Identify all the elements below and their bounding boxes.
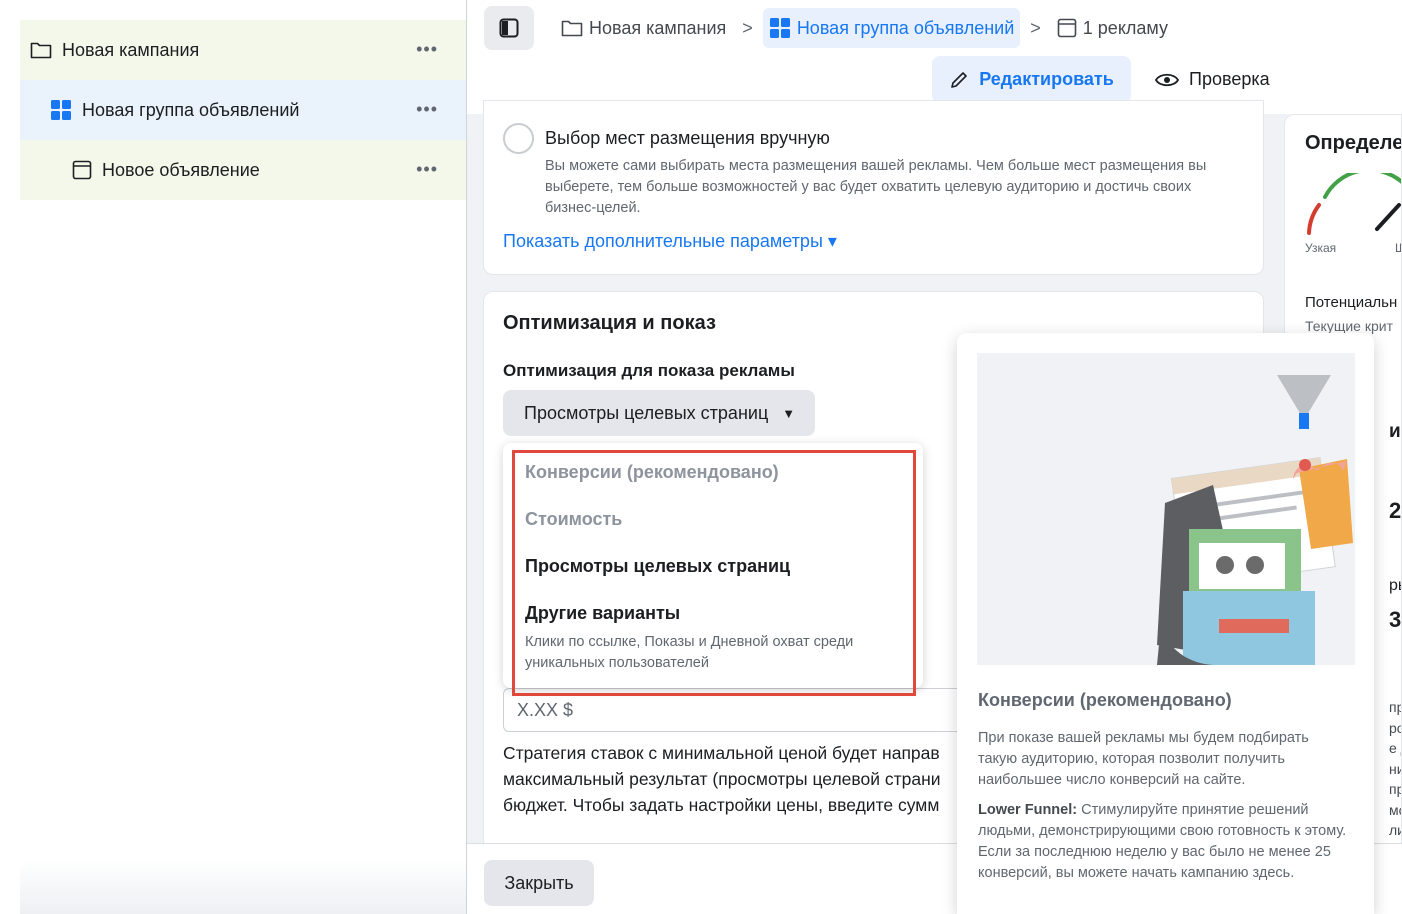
- tooltip-title: Конверсии (рекомендовано): [978, 690, 1232, 710]
- tree-item-ad[interactable]: Новое объявление •••: [20, 140, 466, 200]
- editor-topbar: Новая кампания > Новая группа объявлений…: [467, 0, 1402, 114]
- label-fragment: ры: [1389, 577, 1401, 594]
- dropdown-highlight-box: [512, 450, 916, 696]
- bid-cap-placeholder: X.XX $: [517, 699, 574, 720]
- lower-funnel-label: Lower Funnel:: [978, 802, 1078, 818]
- breadcrumb-label: Новая кампания: [589, 17, 727, 38]
- potential-reach-label: Потенциальн: [1305, 294, 1398, 311]
- tooltip-description: При показе вашей рекламы мы будем подбир…: [978, 730, 1309, 788]
- bid-strategy-line: бюджет. Чтобы задать настройки цены, вве…: [503, 795, 940, 815]
- gauge-label-narrow: Узкая: [1305, 241, 1337, 255]
- current-criteria-label: Текущие крит: [1305, 318, 1393, 334]
- conversion-funnel-illustration: [977, 353, 1355, 665]
- manual-placement-description: Вы можете сами выбирать места размещения…: [545, 158, 1207, 216]
- breadcrumb-label: Новая группа объявлений: [796, 17, 1015, 38]
- chevron-right-icon: >: [742, 17, 753, 38]
- optimization-section-title: Оптимизация и показ: [503, 312, 716, 334]
- text-fragment-line: ния: [1389, 760, 1401, 777]
- ad-icon: [72, 160, 92, 180]
- text-fragments: про рош е да ния при мой лиц: [1389, 697, 1401, 841]
- edit-button[interactable]: Редактировать: [932, 56, 1131, 103]
- optimization-select-value: Просмотры целевых страниц: [524, 402, 769, 423]
- manual-placement-radio[interactable]: [503, 123, 534, 154]
- breadcrumb-adset[interactable]: Новая группа объявлений: [762, 8, 1021, 48]
- grid-icon: [769, 18, 790, 38]
- metric-fragment: 32: [1389, 607, 1402, 632]
- more-options-icon[interactable]: •••: [416, 40, 438, 58]
- ad-icon: [1057, 18, 1077, 38]
- caret-down-icon: ▼: [782, 405, 796, 421]
- bid-strategy-line: Стратегия ставок с минимальной ценой буд…: [503, 743, 940, 763]
- section-fragment: изі: [1389, 421, 1401, 442]
- text-fragment-line: е да: [1389, 740, 1401, 756]
- metric-fragment: 20: [1389, 498, 1402, 523]
- more-options-icon[interactable]: •••: [416, 100, 438, 118]
- breadcrumb: Новая кампания > Новая группа объявлений…: [555, 8, 1174, 48]
- text-fragment-line: рош: [1389, 719, 1401, 736]
- review-button-label: Проверка: [1189, 69, 1270, 89]
- pencil-icon: [951, 71, 967, 88]
- tree-item-label: Новое объявление: [102, 159, 260, 180]
- sidebar-toggle-icon: [499, 18, 519, 38]
- close-button-label: Закрыть: [504, 872, 574, 893]
- bid-strategy-line: максимальный результат (просмотры целево…: [503, 769, 941, 789]
- show-more-options-link[interactable]: Показать дополнительные параметры ▾: [503, 231, 837, 252]
- optimization-select[interactable]: Просмотры целевых страниц ▼: [503, 390, 815, 436]
- folder-icon: [30, 41, 52, 59]
- tree-item-label: Новая кампания: [62, 39, 200, 60]
- tree-item-adset[interactable]: Новая группа объявлений •••: [20, 80, 466, 140]
- tree-item-campaign[interactable]: Новая кампания •••: [20, 20, 466, 80]
- tooltip-lower-funnel-text: Lower Funnel: Стимулируйте принятие реше…: [978, 800, 1348, 884]
- breadcrumb-campaign[interactable]: Новая кампания: [555, 8, 732, 48]
- grid-icon: [50, 99, 72, 121]
- breadcrumb-ad[interactable]: 1 рекламу: [1051, 8, 1174, 48]
- close-button[interactable]: Закрыть: [484, 860, 594, 906]
- text-fragment-line: при: [1389, 781, 1401, 797]
- option-info-tooltip: Конверсии (рекомендовано) При показе ваш…: [957, 333, 1374, 914]
- audience-title: Определе: [1305, 132, 1402, 154]
- breadcrumb-label: 1 рекламу: [1082, 17, 1168, 38]
- text-fragment-line: мой: [1389, 801, 1401, 818]
- manual-placement-title: Выбор мест размещения вручную: [545, 128, 830, 148]
- chevron-right-icon: >: [1030, 17, 1041, 38]
- audience-gauge: [1307, 173, 1401, 235]
- text-fragment-line: лиц: [1389, 822, 1401, 838]
- eye-icon: [1155, 73, 1179, 86]
- more-options-icon[interactable]: •••: [416, 160, 438, 178]
- campaign-tree: Новая кампания ••• Новая группа объявлен…: [20, 20, 466, 200]
- bid-strategy-description: Стратегия ставок с минимальной ценой буд…: [503, 740, 963, 818]
- optimization-label: Оптимизация для показа рекламы: [503, 361, 795, 380]
- review-button[interactable]: Проверка: [1155, 56, 1270, 103]
- gauge-label-broad: Ш: [1395, 241, 1401, 255]
- edit-button-label: Редактировать: [979, 69, 1114, 89]
- folder-icon: [561, 20, 583, 37]
- left-bottom-fade: [20, 860, 466, 914]
- text-fragment-line: про: [1389, 699, 1401, 715]
- panel-toggle-button[interactable]: [484, 6, 534, 50]
- tree-item-label: Новая группа объявлений: [82, 99, 300, 120]
